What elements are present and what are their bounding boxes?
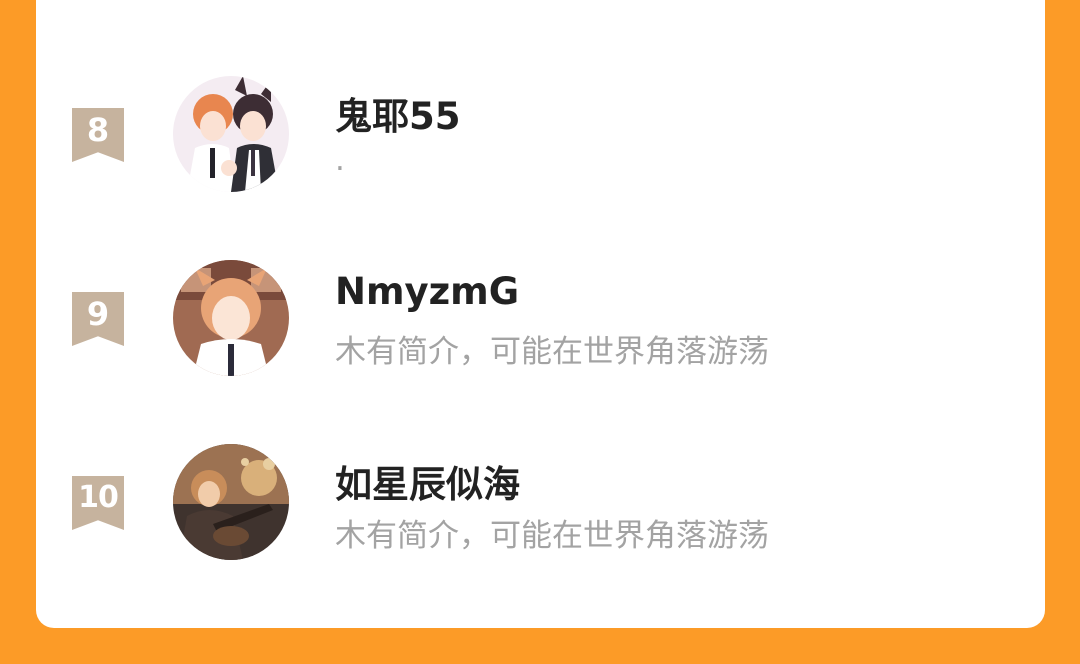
avatar[interactable] bbox=[173, 260, 289, 376]
user-name[interactable]: NmyzmG bbox=[335, 270, 519, 313]
ranking-row[interactable]: 10 如星辰似海 木有简介，可能在世界角落游荡 bbox=[36, 444, 1045, 574]
user-name[interactable]: 如星辰似海 bbox=[335, 454, 520, 508]
rank-badge: 9 bbox=[72, 292, 124, 346]
user-name[interactable]: 鬼耶55 bbox=[335, 86, 461, 140]
ranking-card: 8 鬼耶55 . 9 NmyzmG 木有简介，可能在世界角落游荡 10 如星辰似… bbox=[36, 0, 1045, 628]
ranking-row[interactable]: 8 鬼耶55 . bbox=[36, 76, 1045, 206]
user-bio: . bbox=[335, 142, 345, 178]
rank-badge: 10 bbox=[72, 476, 124, 530]
user-bio: 木有简介，可能在世界角落游荡 bbox=[335, 518, 769, 554]
ranking-row[interactable]: 9 NmyzmG 木有简介，可能在世界角落游荡 bbox=[36, 260, 1045, 390]
user-bio: 木有简介，可能在世界角落游荡 bbox=[335, 334, 769, 370]
avatar[interactable] bbox=[173, 76, 289, 192]
avatar[interactable] bbox=[173, 444, 289, 560]
rank-badge: 8 bbox=[72, 108, 124, 162]
